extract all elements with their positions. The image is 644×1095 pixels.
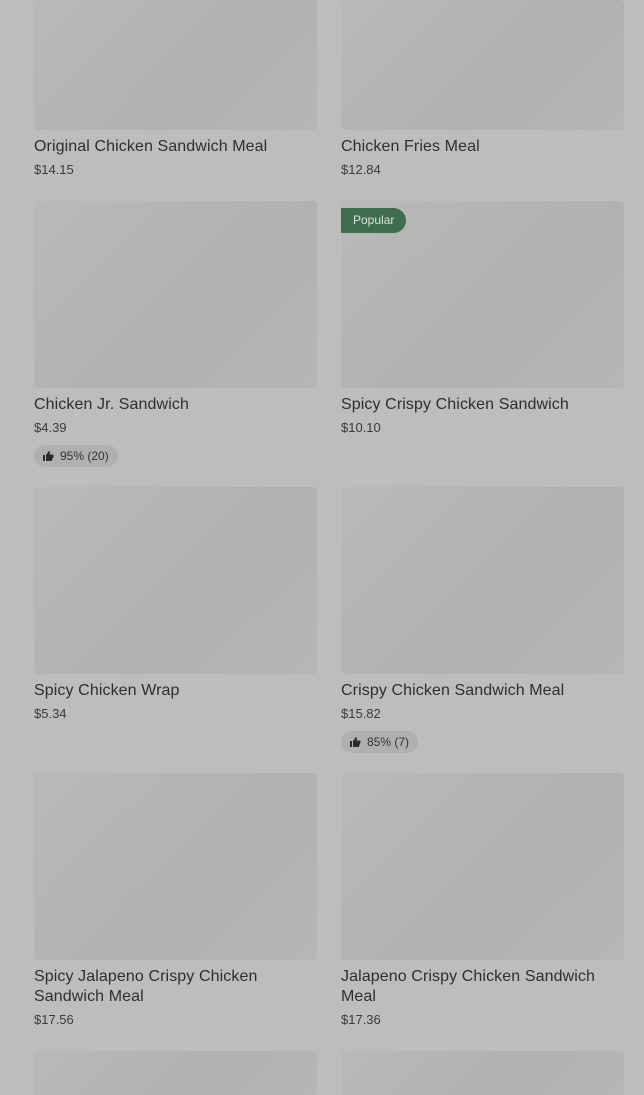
menu-item-name: Spicy Jalapeno Crispy Chicken Sandwich M… <box>34 968 258 1005</box>
popular-badge: Popular <box>341 208 407 233</box>
rating-text: 85% (7) <box>367 735 410 749</box>
thumbs-up-icon <box>42 450 54 462</box>
thumbs-up-icon <box>349 736 361 748</box>
menu-item-image[interactable] <box>34 487 317 674</box>
rating-badge: 85% (7) <box>341 731 419 753</box>
menu-item-image[interactable] <box>341 773 624 960</box>
menu-item-card[interactable] <box>34 1051 317 1095</box>
menu-item-card[interactable] <box>341 1051 624 1095</box>
menu-item-card[interactable]: Jalapeno Crispy Chicken Sandwich Meal $1… <box>341 773 624 1028</box>
menu-item-card[interactable]: Original Chicken Sandwich Meal $14.15 <box>34 0 317 178</box>
menu-item-image[interactable] <box>34 773 317 960</box>
rating-badge: 95% (20) <box>34 445 118 467</box>
menu-item-name: Chicken Jr. Sandwich <box>34 396 189 413</box>
menu-item-price: $17.56 <box>34 1012 74 1027</box>
menu-item-card[interactable]: Chicken Fries Meal $12.84 <box>341 0 624 178</box>
menu-item-card[interactable]: Spicy Jalapeno Crispy Chicken Sandwich M… <box>34 773 317 1028</box>
menu-item-image[interactable] <box>341 0 624 130</box>
menu-item-price: $5.34 <box>34 706 67 721</box>
menu-item-image[interactable] <box>34 1051 317 1095</box>
menu-item-name: Jalapeno Crispy Chicken Sandwich Meal <box>341 968 595 1005</box>
menu-item-name: Spicy Crispy Chicken Sandwich <box>341 396 569 413</box>
menu-item-price: $14.15 <box>34 162 74 177</box>
menu-item-name: Spicy Chicken Wrap <box>34 682 180 699</box>
menu-item-image[interactable]: Popular <box>341 201 624 388</box>
menu-item-price: $4.39 <box>34 420 67 435</box>
rating-text: 95% (20) <box>60 449 109 463</box>
menu-item-price: $15.82 <box>341 706 381 721</box>
menu-item-price: $12.84 <box>341 162 381 177</box>
menu-item-image[interactable] <box>34 201 317 388</box>
menu-item-card[interactable]: Crispy Chicken Sandwich Meal $15.82 85% … <box>341 487 624 753</box>
menu-item-name: Crispy Chicken Sandwich Meal <box>341 682 565 699</box>
menu-item-card[interactable]: Spicy Chicken Wrap $5.34 <box>34 487 317 722</box>
menu-item-image[interactable] <box>34 0 317 130</box>
menu-item-name: Chicken Fries Meal <box>341 138 480 155</box>
menu-item-name: Original Chicken Sandwich Meal <box>34 138 268 155</box>
menu-item-card[interactable]: Popular Spicy Crispy Chicken Sandwich $1… <box>341 201 624 436</box>
menu-item-image[interactable] <box>341 487 624 674</box>
menu-item-price: $17.36 <box>341 1012 381 1027</box>
menu-item-card[interactable]: Chicken Jr. Sandwich $4.39 95% (20) <box>34 201 317 467</box>
menu-item-price: $10.10 <box>341 420 381 435</box>
menu-item-image[interactable] <box>341 1051 624 1095</box>
